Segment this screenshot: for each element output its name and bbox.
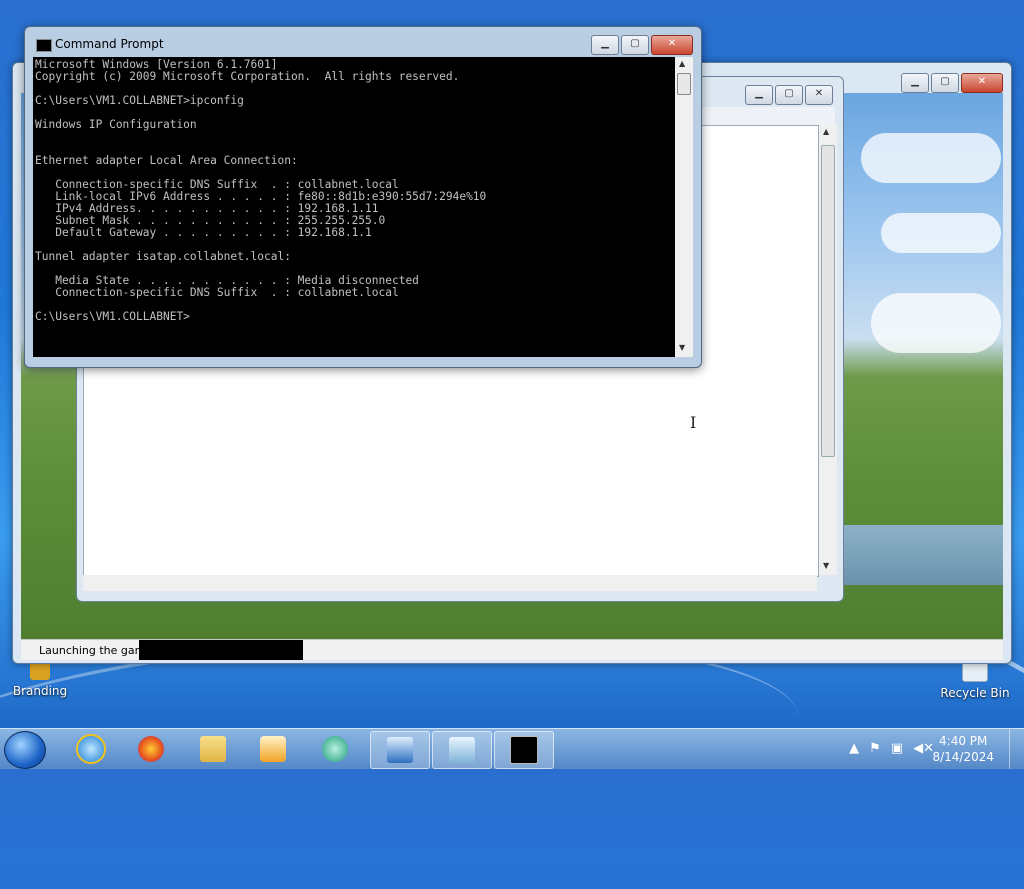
water-area [833, 525, 1003, 585]
folder-icon [200, 736, 226, 762]
clock-time: 4:40 PM [939, 734, 988, 748]
console-text: Microsoft Windows [Version 6.1.7601] Cop… [35, 58, 487, 323]
taskbar-firefox[interactable] [122, 731, 180, 767]
command-prompt-icon [510, 736, 538, 764]
minimize-button[interactable]: ▁ [745, 85, 773, 105]
window-title: Command Prompt [55, 37, 164, 51]
launcher-window-controls: ▁ ▢ ✕ [901, 73, 1003, 93]
cloud-shape [871, 293, 1001, 353]
notepad-icon [449, 737, 475, 763]
scroll-down-icon[interactable]: ▼ [679, 343, 685, 352]
desktop-icon-label: Branding [12, 684, 68, 698]
maximize-button[interactable]: ▢ [931, 73, 959, 93]
desktop-icon-recycle-bin[interactable]: Recycle Bin [935, 660, 1015, 700]
vertical-scrollbar[interactable]: ▲ ▼ [675, 57, 693, 357]
taskbar-notepad[interactable] [432, 731, 492, 769]
taskbar-chat-app[interactable] [306, 731, 364, 767]
chat-icon [322, 736, 348, 762]
show-hidden-icons-icon[interactable]: ▲ [849, 741, 859, 756]
desktop-icon-label: Recycle Bin [940, 686, 1010, 700]
show-desktop-button[interactable] [1009, 729, 1024, 769]
progress-bar [139, 640, 303, 660]
scroll-up-icon[interactable]: ▲ [679, 59, 685, 68]
taskbar-internet-explorer[interactable] [62, 731, 120, 767]
text-cursor-icon: I [690, 413, 697, 432]
internet-explorer-icon [76, 734, 106, 764]
maximize-button[interactable]: ▢ [775, 85, 803, 105]
clock-date: 8/14/2024 [932, 750, 994, 764]
media-player-icon [260, 736, 286, 762]
close-button[interactable]: ✕ [651, 35, 693, 55]
remote-desktop-icon [387, 737, 413, 763]
taskbar-remote-desktop[interactable] [370, 731, 430, 769]
scrollbar-thumb[interactable] [821, 145, 835, 457]
vertical-scrollbar[interactable]: ▲ ▼ [819, 125, 837, 575]
taskbar: ▲ ⚑ ▣ ◀✕ 4:40 PM 8/14/2024 [0, 728, 1024, 769]
close-button[interactable]: ✕ [805, 85, 833, 105]
taskbar-media-player[interactable] [244, 731, 302, 767]
command-prompt-window[interactable]: Command Prompt ▁ ▢ ✕ Microsoft Windows [… [24, 26, 702, 368]
console-icon [36, 39, 52, 52]
console-output[interactable]: Microsoft Windows [Version 6.1.7601] Cop… [33, 57, 675, 357]
cmd-window-controls: ▁ ▢ ✕ [591, 35, 693, 55]
scroll-up-icon[interactable]: ▲ [823, 127, 829, 136]
network-icon[interactable]: ▣ [891, 741, 903, 756]
scroll-down-icon[interactable]: ▼ [823, 561, 829, 570]
horizontal-scrollbar[interactable] [83, 575, 817, 591]
cloud-shape [881, 213, 1001, 253]
clock[interactable]: 4:40 PM 8/14/2024 [932, 733, 994, 765]
desktop-icon-branding[interactable]: Branding [0, 660, 80, 698]
taskbar-command-prompt[interactable] [494, 731, 554, 769]
maximize-button[interactable]: ▢ [621, 35, 649, 55]
editor-window-controls: ▁ ▢ ✕ [745, 85, 833, 105]
close-button[interactable]: ✕ [961, 73, 1003, 93]
minimize-button[interactable]: ▁ [901, 73, 929, 93]
firefox-icon [138, 736, 164, 762]
minimize-button[interactable]: ▁ [591, 35, 619, 55]
cloud-shape [861, 133, 1001, 183]
scrollbar-thumb[interactable] [677, 73, 691, 95]
launcher-status-bar: Launching the game... [21, 639, 1003, 660]
action-center-flag-icon[interactable]: ⚑ [869, 741, 881, 756]
taskbar-file-explorer[interactable] [184, 731, 242, 767]
volume-muted-icon[interactable]: ◀✕ [913, 741, 934, 756]
start-button[interactable] [4, 731, 46, 769]
system-tray: ▲ ⚑ ▣ ◀✕ [849, 741, 934, 756]
